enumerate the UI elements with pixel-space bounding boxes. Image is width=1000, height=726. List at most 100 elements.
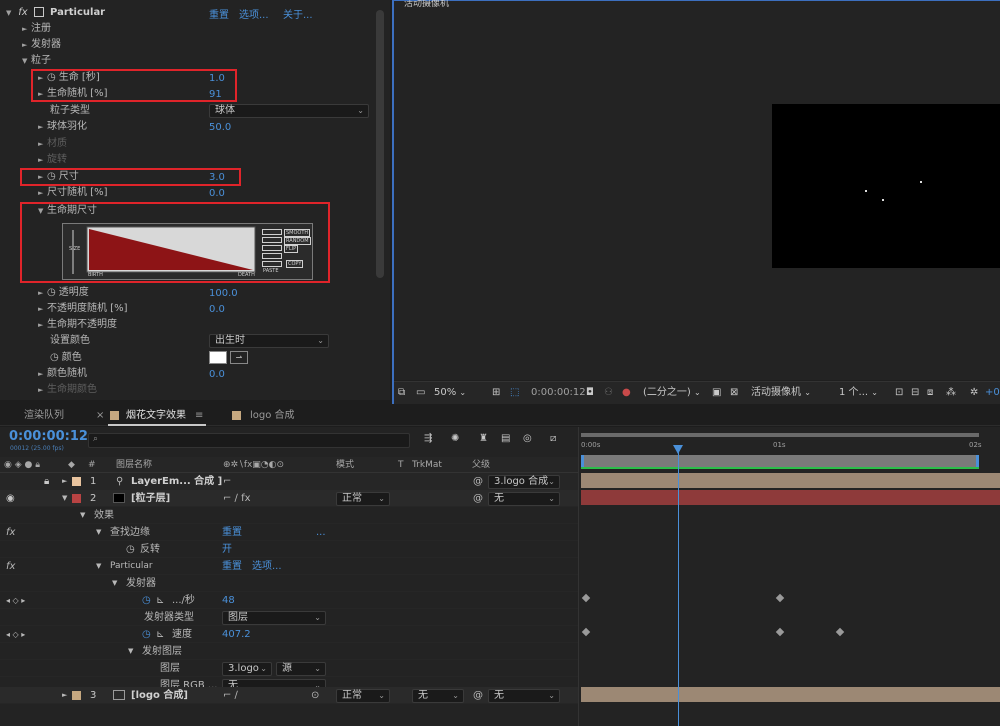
- preset-curve-icon[interactable]: [262, 237, 282, 243]
- layer-3-bar[interactable]: [581, 687, 1000, 702]
- expand-triangle-icon[interactable]: ►: [38, 136, 47, 152]
- velocity-row[interactable]: ◂ ◇ ▸ ◷ ⊾ 速度 407.2: [0, 626, 578, 643]
- effects-group-row[interactable]: ▼ 效果: [0, 507, 578, 524]
- keyframe-nav-icons[interactable]: ◂ ◇ ▸: [6, 626, 25, 643]
- expand-triangle-icon[interactable]: ►: [38, 366, 47, 382]
- about-link[interactable]: 关于...: [283, 6, 313, 21]
- exposure-reset-icon[interactable]: ✲: [970, 382, 978, 404]
- mode-dropdown[interactable]: 正常 ⌄: [336, 689, 390, 703]
- composition-canvas[interactable]: [772, 104, 1000, 268]
- particle-type-dropdown[interactable]: 球体 ⌄: [209, 104, 369, 118]
- layer-row-2[interactable]: ◉ ▼ 2 [粒子层] ⌐ ∕ fx 正常 ⌄ @ 无 ⌄: [0, 490, 578, 507]
- fx-icon[interactable]: fx: [18, 7, 27, 18]
- eye-icon[interactable]: ◉: [6, 490, 15, 507]
- transparency-grid-icon[interactable]: ⊠: [730, 382, 738, 404]
- camera-dropdown[interactable]: 活动摄像机 ⌄: [751, 382, 811, 404]
- graph-random-button[interactable]: RANDOM: [284, 237, 311, 245]
- graph-copy-button[interactable]: COPY: [286, 260, 304, 268]
- set-color-dropdown[interactable]: 出生时 ⌄: [209, 334, 329, 348]
- layer-label-color[interactable]: [72, 494, 81, 503]
- layer-search-input[interactable]: ⌕: [88, 433, 410, 448]
- per-sec-row[interactable]: ◂ ◇ ▸ ◷ ⊾ .../秒 48: [0, 592, 578, 609]
- graph-icon[interactable]: ⊾: [156, 592, 164, 609]
- parent-pickwhip-icon[interactable]: @: [473, 687, 483, 704]
- expand-triangle-icon[interactable]: ►: [38, 301, 47, 317]
- draft-3d-icon[interactable]: ✺: [451, 433, 459, 444]
- keyframe[interactable]: [835, 627, 845, 637]
- graph-editor-icon[interactable]: ⧄: [550, 433, 556, 444]
- keyframe[interactable]: [775, 593, 785, 603]
- emitter-type-dropdown[interactable]: 图层 ⌄: [222, 611, 326, 625]
- current-time[interactable]: 0:00:00:12: [9, 429, 88, 444]
- emitter-row[interactable]: ▼ 发射器: [0, 575, 578, 592]
- expand-triangle-icon[interactable]: ►: [62, 687, 67, 704]
- color-swatch[interactable]: [209, 351, 227, 364]
- fast-preview-icon[interactable]: ⧈: [927, 382, 933, 404]
- collapse-triangle-icon[interactable]: ▼: [6, 5, 15, 21]
- switch-icon[interactable]: ⌐: [223, 473, 231, 490]
- layer-select-dropdown[interactable]: 3.logo ⌄: [222, 662, 272, 676]
- flowchart-icon[interactable]: ⁂: [946, 382, 956, 404]
- graph-paste-button[interactable]: PASTE: [263, 268, 279, 274]
- tab-render-queue[interactable]: 渲染队列: [24, 406, 64, 426]
- motion-blur-icon[interactable]: ◎: [523, 433, 532, 444]
- camera-snapshot-icon[interactable]: ◘: [586, 382, 594, 404]
- expand-triangle-icon[interactable]: ►: [38, 119, 47, 135]
- layer-2-bar[interactable]: [581, 490, 1000, 505]
- keyframe[interactable]: [581, 593, 591, 603]
- layer-row-3[interactable]: ► 3 [logo 合成] ⌐ ∕ ⊙ 正常 ⌄ 无 ⌄ @ 无 ⌄: [0, 687, 578, 704]
- views-dropdown[interactable]: 1 个... ⌄: [839, 382, 878, 404]
- expand-triangle-icon[interactable]: ►: [38, 152, 47, 168]
- collapse-triangle-icon[interactable]: ▼: [112, 575, 117, 592]
- find-edges-more-link[interactable]: ...: [316, 524, 326, 541]
- stopwatch-icon[interactable]: ◷: [126, 541, 135, 558]
- layer-name[interactable]: LayerEm... 合成 ]: [131, 473, 222, 490]
- stopwatch-active-icon[interactable]: ◷: [142, 592, 151, 609]
- region-icon[interactable]: ⬚: [510, 382, 519, 404]
- collapse-triangle-icon[interactable]: ▼: [128, 643, 133, 660]
- opacity-value[interactable]: 100.0: [209, 288, 238, 299]
- find-edges-row[interactable]: fx ▼ 查找边缘 重置 ...: [0, 524, 578, 541]
- keyframe-nav-icons[interactable]: ◂ ◇ ▸: [6, 592, 25, 609]
- work-area-bar[interactable]: [581, 433, 979, 437]
- parent-dropdown[interactable]: 无 ⌄: [488, 689, 560, 703]
- keyframe[interactable]: [581, 627, 591, 637]
- size-over-life-graph[interactable]: SIZE BIRTH DEATH SMOOTH RANDOM FLIP COPY…: [62, 223, 313, 280]
- stopwatch-icon[interactable]: ◷: [50, 352, 59, 363]
- lock-icon[interactable]: 🔒︎: [44, 473, 49, 490]
- graph-icon[interactable]: ⊾: [156, 626, 164, 643]
- tab-fireworks-comp[interactable]: 烟花文字效果: [126, 406, 186, 426]
- layer-row-1[interactable]: 🔒︎ ► 1 ⚲ LayerEm... 合成 ] ⌐ @ 3.logo 合成 ⌄: [0, 473, 578, 490]
- collapse-triangle-icon[interactable]: ▼: [22, 53, 31, 69]
- stopwatch-active-icon[interactable]: ◷: [142, 626, 151, 643]
- opacity-random-value[interactable]: 0.0: [209, 304, 225, 315]
- tab-logo-comp[interactable]: logo 合成: [250, 406, 295, 426]
- shy-layers-icon[interactable]: ♜: [479, 433, 488, 444]
- velocity-value[interactable]: 407.2: [222, 626, 251, 643]
- invert-row[interactable]: ◷ 反转 开: [0, 541, 578, 558]
- switch-icons[interactable]: ⌐ ∕ fx: [223, 490, 251, 507]
- collapse-triangle-icon[interactable]: ▼: [80, 507, 85, 524]
- expand-triangle-icon[interactable]: ►: [22, 21, 31, 37]
- resolution-dropdown[interactable]: (二分之一) ⌄: [643, 382, 701, 404]
- graph-flip-button[interactable]: FLIP: [284, 245, 299, 253]
- fx-icon[interactable]: fx: [6, 524, 15, 541]
- grid-icon[interactable]: ⊟: [911, 382, 919, 404]
- graph-smooth-button[interactable]: SMOOTH: [284, 229, 311, 237]
- parent-pickwhip-icon[interactable]: @: [473, 490, 483, 507]
- preset-curve-icon[interactable]: [262, 261, 282, 267]
- stopwatch-icon[interactable]: ◷: [47, 287, 56, 298]
- layer-label-color[interactable]: [72, 477, 81, 486]
- layer-select-row[interactable]: 图层 3.logo ⌄ 源 ⌄: [0, 660, 578, 677]
- tab-menu-icon[interactable]: ≡: [195, 406, 203, 426]
- parent-pickwhip-icon[interactable]: @: [473, 473, 483, 490]
- playhead-handle[interactable]: [673, 445, 683, 454]
- collapse-triangle-icon[interactable]: ▼: [96, 524, 101, 541]
- switch-icons[interactable]: ⌐ ∕: [223, 687, 238, 704]
- collapse-triangle-icon[interactable]: ▼: [96, 558, 101, 575]
- timeline-track-area[interactable]: 0:00s 01s 02s: [578, 427, 1000, 726]
- exposure-value[interactable]: +0.0: [985, 382, 1000, 404]
- particular-reset-link[interactable]: 重置: [222, 558, 242, 575]
- invert-value[interactable]: 开: [222, 541, 232, 558]
- find-edges-reset-link[interactable]: 重置: [222, 524, 242, 541]
